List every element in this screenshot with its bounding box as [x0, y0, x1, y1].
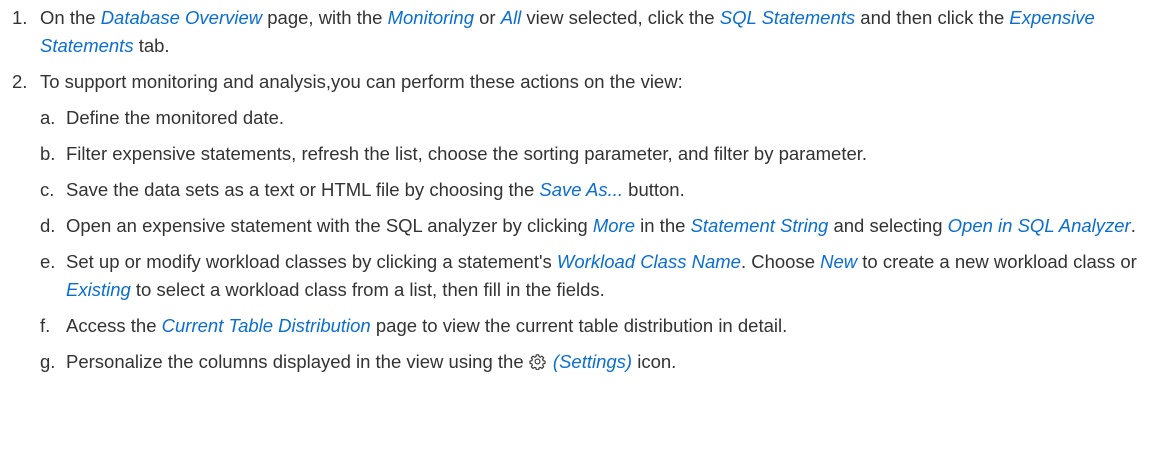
ui-term-new: New	[820, 251, 858, 272]
gear-icon	[529, 353, 546, 370]
substep-text: Define the monitored date.	[66, 107, 285, 128]
ui-term-workload-class-name: Workload Class Name	[556, 251, 741, 272]
ui-term-current-table-distribution: Current Table Distribution	[161, 315, 371, 336]
ui-term-settings: (Settings)	[552, 351, 633, 372]
substep-letter: a.	[40, 107, 56, 128]
substep-f: f. Access the Current Table Distribution…	[0, 312, 1168, 340]
substep-g: g. Personalize the columns displayed in …	[0, 348, 1168, 376]
substep-a: a. Define the monitored date.	[0, 104, 1168, 132]
step-1: 1. On the Database Overview page, with t…	[0, 4, 1168, 60]
substep-text: Set up or modify workload classes by cli…	[66, 251, 1137, 300]
substep-text: Personalize the columns displayed in the…	[66, 351, 677, 372]
ui-term-existing: Existing	[66, 279, 131, 300]
ui-term-save-as: Save As...	[539, 179, 624, 200]
substep-text: Access the Current Table Distribution pa…	[66, 315, 788, 336]
ui-term-database-overview: Database Overview	[100, 7, 263, 28]
step-text: On the Database Overview page, with the …	[40, 7, 1095, 56]
step-2: 2. To support monitoring and analysis,yo…	[0, 68, 1168, 96]
step-text: To support monitoring and analysis,you c…	[40, 71, 683, 92]
substep-letter: d.	[40, 215, 56, 236]
substep-e: e. Set up or modify workload classes by …	[0, 248, 1168, 304]
substep-b: b. Filter expensive statements, refresh …	[0, 140, 1168, 168]
ui-term-sql-statements: SQL Statements	[719, 7, 856, 28]
substep-c: c. Save the data sets as a text or HTML …	[0, 176, 1168, 204]
substep-text: Save the data sets as a text or HTML fil…	[66, 179, 685, 200]
substep-letter: f.	[40, 315, 51, 336]
ui-term-statement-string: Statement String	[690, 215, 829, 236]
substep-letter: b.	[40, 143, 56, 164]
substep-letter: g.	[40, 351, 56, 372]
step-number: 1.	[12, 7, 28, 28]
step-number: 2.	[12, 71, 28, 92]
ui-term-monitoring: Monitoring	[387, 7, 474, 28]
substep-letter: e.	[40, 251, 56, 272]
substep-letter: c.	[40, 179, 55, 200]
ui-term-more: More	[592, 215, 635, 236]
substep-text: Filter expensive statements, refresh the…	[66, 143, 868, 164]
ui-term-all: All	[500, 7, 522, 28]
substep-list: a. Define the monitored date. b. Filter …	[0, 104, 1168, 376]
ui-term-open-in-sql-analyzer: Open in SQL Analyzer	[947, 215, 1131, 236]
substep-text: Open an expensive statement with the SQL…	[66, 215, 1136, 236]
substep-d: d. Open an expensive statement with the …	[0, 212, 1168, 240]
document-body: 1. On the Database Overview page, with t…	[0, 0, 1168, 376]
